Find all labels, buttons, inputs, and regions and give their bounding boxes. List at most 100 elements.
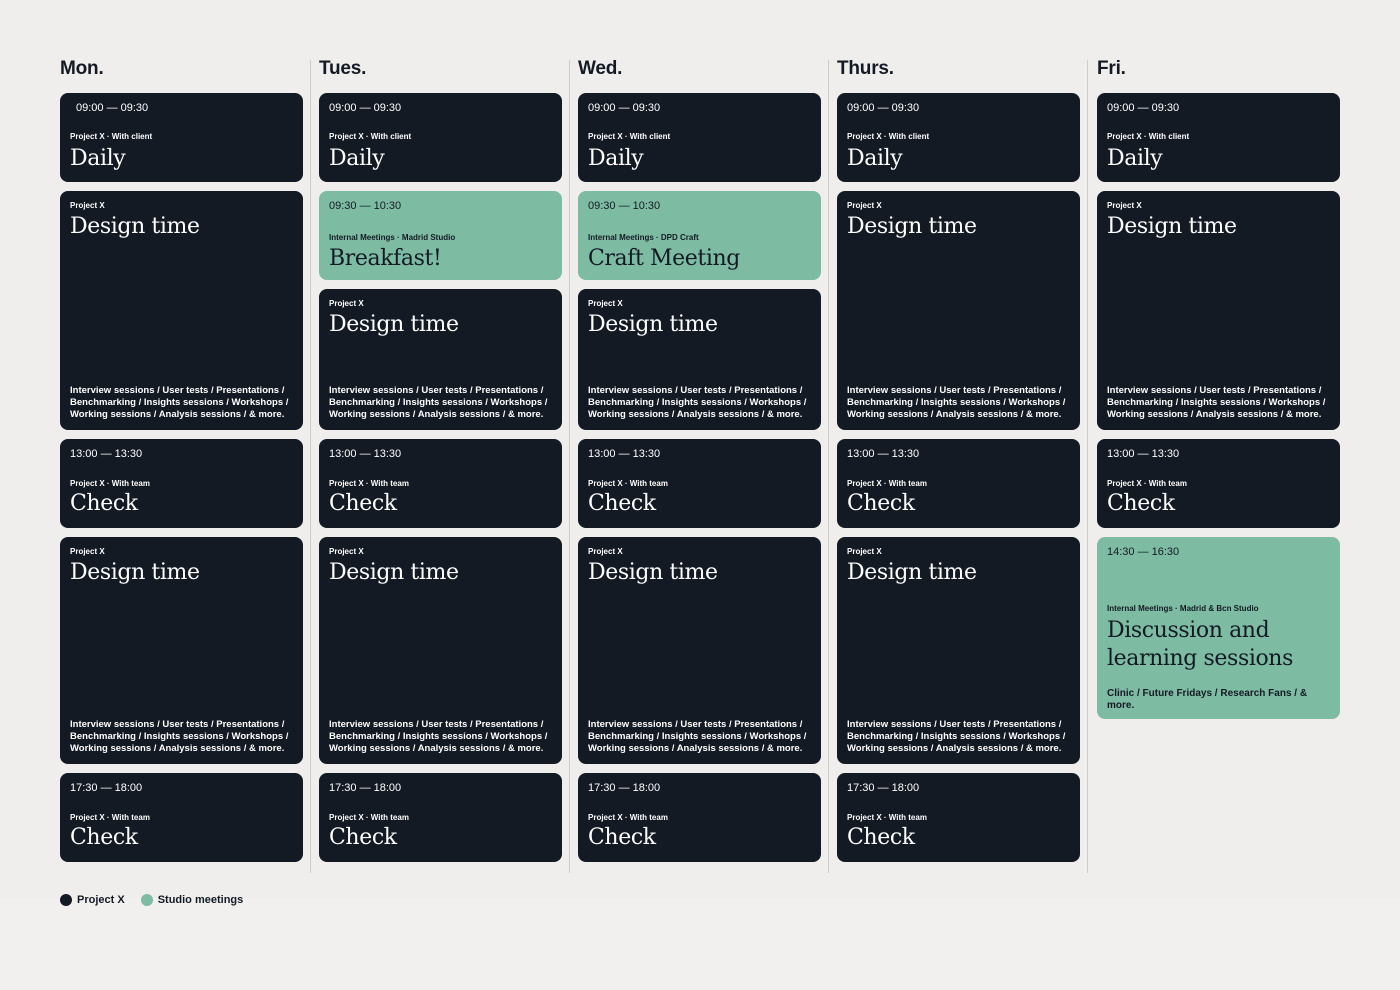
- event-title: Check: [70, 825, 138, 850]
- event-title: Check: [70, 491, 138, 516]
- event-time: 14:30 — 16:30: [1107, 546, 1180, 558]
- day-heading: Fri.: [1097, 58, 1126, 79]
- event-meta: Internal Meetings · Madrid & Bcn Studio: [1107, 604, 1259, 613]
- event-title: Check: [329, 825, 397, 850]
- event-title: Craft Meeting: [588, 246, 740, 271]
- event-meta: Project X · With client: [588, 132, 671, 141]
- event-title: Check: [1107, 491, 1175, 516]
- event-design-time[interactable]: Project X Design time Interview sessions…: [319, 289, 562, 430]
- day-heading: Mon.: [60, 58, 104, 79]
- column-divider: [569, 60, 570, 873]
- event-time: 09:30 — 10:30: [329, 200, 402, 212]
- event-meta: Project X · With team: [1107, 479, 1187, 488]
- event-title: Design time: [1107, 214, 1237, 239]
- event-check[interactable]: 13:00 — 13:30 Project X · With team Chec…: [578, 439, 821, 528]
- event-time: 09:00 — 09:30: [1107, 102, 1180, 114]
- event-title: Check: [847, 825, 915, 850]
- event-meta: Project X: [70, 547, 105, 556]
- event-design-time[interactable]: Project X Design time Interview sessions…: [319, 537, 562, 764]
- bottom-band: [0, 898, 1400, 990]
- event-time: 13:00 — 13:30: [588, 448, 661, 460]
- event-design-time[interactable]: Project X Design time Interview sessions…: [60, 191, 303, 430]
- event-time: 17:30 — 18:00: [329, 782, 402, 794]
- event-title: Breakfast!: [329, 246, 442, 271]
- event-check[interactable]: 13:00 — 13:30 Project X · With team Chec…: [837, 439, 1080, 528]
- event-title: Design time: [70, 214, 200, 239]
- day-heading: Wed.: [578, 58, 623, 79]
- legend-item-project-x: Project X: [60, 894, 125, 906]
- event-time: 17:30 — 18:00: [70, 782, 143, 794]
- event-description: Interview sessions / User tests / Presen…: [70, 719, 289, 754]
- event-check[interactable]: 17:30 — 18:00 Project X · With team Chec…: [60, 773, 303, 862]
- column-divider: [1087, 60, 1088, 873]
- event-meta: Project X: [329, 299, 364, 308]
- event-time: 09:30 — 10:30: [588, 200, 661, 212]
- event-check[interactable]: 17:30 — 18:00 Project X · With team Chec…: [578, 773, 821, 862]
- event-title: Check: [588, 825, 656, 850]
- event-description: Interview sessions / User tests / Presen…: [70, 385, 289, 420]
- event-meta: Internal Meetings · DPD Craft: [588, 233, 699, 242]
- event-design-time[interactable]: Project X Design time Interview sessions…: [837, 191, 1080, 430]
- column-divider: [828, 60, 829, 873]
- event-check[interactable]: 13:00 — 13:30 Project X · With team Chec…: [60, 439, 303, 528]
- event-title: Daily: [847, 146, 903, 171]
- event-check[interactable]: 13:00 — 13:30 Project X · With team Chec…: [1097, 439, 1340, 528]
- event-meta: Project X: [329, 547, 364, 556]
- event-title: Daily: [329, 146, 385, 171]
- event-time: 13:00 — 13:30: [329, 448, 402, 460]
- event-daily[interactable]: 09:00 — 09:30 Project X · With client Da…: [837, 93, 1080, 182]
- event-title: Daily: [1107, 146, 1163, 171]
- event-design-time[interactable]: Project X Design time Interview sessions…: [578, 537, 821, 764]
- event-design-time[interactable]: Project X Design time Interview sessions…: [60, 537, 303, 764]
- event-check[interactable]: 17:30 — 18:00 Project X · With team Chec…: [837, 773, 1080, 862]
- event-title: Design time: [70, 560, 200, 585]
- event-daily[interactable]: 09:00 — 09:30 Project X · With client Da…: [319, 93, 562, 182]
- column-divider: [310, 60, 311, 873]
- event-check[interactable]: 17:30 — 18:00 Project X · With team Chec…: [319, 773, 562, 862]
- event-title: Design time: [847, 560, 977, 585]
- event-description: Clinic / Future Fridays / Research Fans …: [1107, 688, 1308, 711]
- event-time: 13:00 — 13:30: [1107, 448, 1180, 460]
- event-discussion-learning[interactable]: 14:30 — 16:30 Internal Meetings · Madrid…: [1097, 537, 1340, 719]
- event-check[interactable]: 13:00 — 13:30 Project X · With team Chec…: [319, 439, 562, 528]
- event-design-time[interactable]: Project X Design time Interview sessions…: [1097, 191, 1340, 430]
- event-meta: Project X · With team: [588, 479, 668, 488]
- event-meta: Project X: [588, 299, 623, 308]
- event-time: 17:30 — 18:00: [588, 782, 661, 794]
- event-meta: Internal Meetings · Madrid Studio: [329, 233, 456, 242]
- event-daily[interactable]: 09:00 — 09:30 Project X · With client Da…: [1097, 93, 1340, 182]
- event-title: Check: [847, 491, 915, 516]
- event-title: Daily: [70, 146, 126, 171]
- event-daily[interactable]: 09:00 — 09:30 Project X · With client Da…: [578, 93, 821, 182]
- event-craft-meeting[interactable]: 09:30 — 10:30 Internal Meetings · DPD Cr…: [578, 191, 821, 280]
- event-time: 09:00 — 09:30: [329, 102, 402, 114]
- event-time: 13:00 — 13:30: [70, 448, 143, 460]
- event-meta: Project X: [588, 547, 623, 556]
- event-description: Interview sessions / User tests / Presen…: [588, 385, 807, 420]
- legend-dot: [140, 894, 153, 906]
- event-description: Interview sessions / User tests / Presen…: [847, 719, 1066, 754]
- event-daily[interactable]: 09:00 — 09:30 Project X · With client Da…: [60, 93, 303, 182]
- event-meta: Project X: [847, 547, 882, 556]
- event-title: Design time: [847, 214, 977, 239]
- event-time: 09:00 — 09:30: [588, 102, 661, 114]
- day-heading: Tues.: [319, 58, 367, 79]
- event-description: Interview sessions / User tests / Presen…: [329, 385, 548, 420]
- event-time: 17:30 — 18:00: [847, 782, 920, 794]
- legend: Project X Studio meetings: [60, 894, 259, 906]
- event-design-time[interactable]: Project X Design time Interview sessions…: [837, 537, 1080, 764]
- event-time: 09:00 — 09:30: [76, 102, 149, 114]
- event-description: Interview sessions / User tests / Presen…: [847, 385, 1066, 420]
- event-title: Design time: [588, 560, 718, 585]
- event-meta: Project X · With team: [329, 479, 409, 488]
- event-meta: Project X · With client: [70, 132, 153, 141]
- event-breakfast[interactable]: 09:30 — 10:30 Internal Meetings · Madrid…: [319, 191, 562, 280]
- event-title: Design time: [588, 312, 718, 337]
- event-meta: Project X · With team: [588, 813, 668, 822]
- event-design-time[interactable]: Project X Design time Interview sessions…: [578, 289, 821, 430]
- event-title: Check: [329, 491, 397, 516]
- day-heading: Thurs.: [837, 58, 894, 79]
- event-meta: Project X · With team: [70, 479, 150, 488]
- legend-dot: [60, 894, 72, 906]
- legend-item-studio-meetings: Studio meetings: [140, 894, 243, 906]
